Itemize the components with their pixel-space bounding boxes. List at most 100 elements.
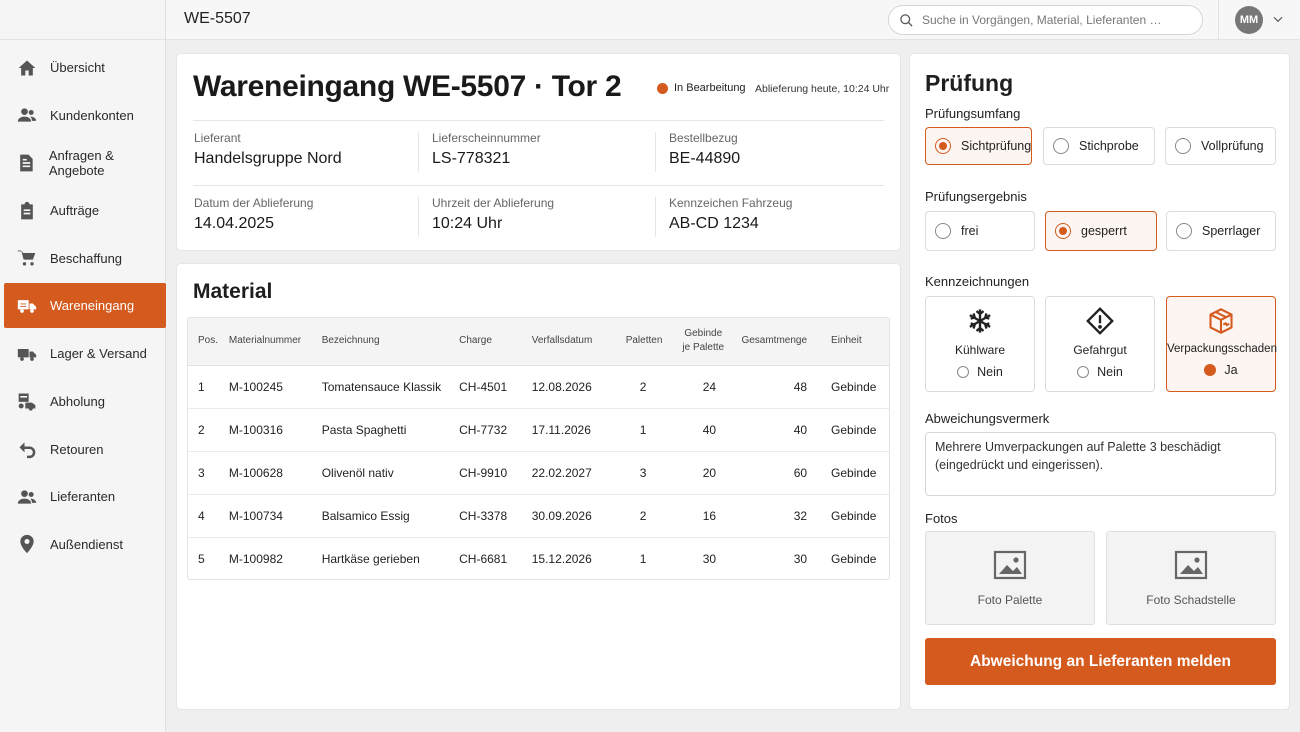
cell-bezeichnung: Balsamico Essig: [321, 494, 460, 538]
sidebar-item-label: Wareneingang: [50, 298, 135, 314]
kennzeichnung-label: Verpackungsschaden: [1167, 343, 1277, 355]
table-row[interactable]: 3 M-100628 Olivenöl nativ CH-9910 22.02.…: [188, 451, 889, 495]
col-header-charge: Charge: [459, 318, 532, 366]
option-gesperrt[interactable]: gesperrt: [1045, 211, 1157, 251]
report-deviation-button[interactable]: Abweichung an Lieferanten melden: [925, 638, 1276, 685]
option-sichtpruefung[interactable]: Sichtprüfung: [925, 127, 1032, 165]
radio-button: [1077, 366, 1090, 378]
cell-bezeichnung: Tomatensauce Klassik: [321, 365, 460, 409]
radio-button: [957, 366, 970, 378]
option-label: Vollprüfung: [1201, 139, 1264, 153]
sidebar: Übersicht Kundenkonten Anfragen & Angebo…: [0, 0, 166, 732]
cart-icon: [16, 247, 38, 269]
sidebar-item-label: Beschaffung: [50, 250, 123, 266]
field-value: LS-778321: [432, 150, 511, 167]
cell-materialnummer: M-100628: [228, 451, 322, 495]
receipt-header-card: Wareneingang WE-5507 · Tor 2 In Bearbeit…: [177, 54, 900, 250]
photo-slot-palette[interactable]: Foto Palette: [925, 531, 1095, 625]
col-header-gebinde-line1: Gebinde: [684, 328, 723, 340]
sidebar-item-aussendienst[interactable]: Außendienst: [4, 522, 166, 567]
page-title: Wareneingang WE-5507 · Tor 2: [193, 70, 622, 103]
sidebar-item-kundenkonten[interactable]: Kundenkonten: [4, 93, 166, 138]
cell-gebinde: 24: [670, 365, 737, 409]
image-placeholder-icon: [1174, 550, 1208, 580]
sidebar-item-auftraege[interactable]: Aufträge: [4, 188, 166, 233]
cell-gebinde: 16: [670, 494, 737, 538]
cell-charge: CH-7732: [459, 408, 532, 452]
value-text: Nein: [977, 365, 1003, 379]
cell-verfallsdatum: 30.09.2026: [531, 494, 614, 538]
option-sperrlager[interactable]: Sperrlager: [1166, 211, 1276, 251]
divider: [655, 197, 656, 237]
cell-materialnummer: M-100734: [228, 494, 322, 538]
field-value: 10:24 Uhr: [432, 215, 503, 232]
section-title: Material: [193, 280, 273, 303]
search-box[interactable]: [888, 5, 1203, 35]
cell-einheit: Gebinde: [831, 551, 877, 566]
sidebar-item-retouren[interactable]: Retouren: [4, 427, 166, 472]
cell-pos: 5: [198, 551, 205, 566]
table-row[interactable]: 5 M-100982 Hartkäse gerieben CH-6681 15.…: [188, 537, 889, 579]
header: WE-5507 MM: [166, 0, 1300, 40]
col-header-einheit: Einheit: [810, 318, 889, 366]
cell-paletten: 1: [639, 551, 647, 566]
kennzeichnung-verpackungsschaden[interactable]: Verpackungsschaden Ja: [1166, 296, 1277, 392]
sidebar-item-uebersicht[interactable]: Übersicht: [4, 45, 166, 90]
field-label: Lieferscheinnummer: [432, 131, 541, 145]
option-vollpruefung[interactable]: Vollprüfung: [1165, 127, 1276, 165]
value-text: Nein: [1097, 365, 1123, 379]
sidebar-item-label: Abholung: [50, 393, 105, 409]
radio-button: [1053, 138, 1069, 154]
field-label: Datum der Ablieferung: [194, 196, 314, 210]
sidebar-item-wareneingang[interactable]: Wareneingang: [4, 283, 166, 329]
option-frei[interactable]: frei: [925, 211, 1035, 251]
radio-button: [1055, 223, 1071, 239]
abweichung-textarea[interactable]: Mehrere Umverpackungen auf Palette 3 bes…: [925, 432, 1276, 496]
sidebar-item-label: Aufträge: [50, 203, 100, 219]
sidebar-item-anfragen[interactable]: Anfragen & Angebote: [4, 140, 166, 185]
field-value: Handelsgruppe Nord: [194, 150, 342, 167]
section-label-umfang: Prüfungsumfang: [925, 106, 1021, 121]
sidebar-item-beschaffung[interactable]: Beschaffung: [4, 236, 166, 281]
sidebar-item-label: Übersicht: [50, 60, 105, 75]
option-label: frei: [961, 224, 979, 238]
hazard-icon: [1046, 307, 1154, 337]
photo-label: Foto Palette: [977, 593, 1043, 607]
avatar[interactable]: MM: [1235, 6, 1263, 34]
field-lieferant: Lieferant Handelsgruppe Nord: [194, 131, 342, 168]
sidebar-item-lieferanten[interactable]: Lieferanten: [4, 474, 166, 519]
search-input[interactable]: [922, 13, 1192, 27]
radio-button: [1176, 223, 1192, 239]
sidebar-item-lager-versand[interactable]: Lager & Versand: [4, 331, 166, 376]
cell-einheit: Gebinde: [810, 451, 889, 495]
cell-gebinde: 40: [670, 408, 737, 452]
sidebar-item-abholung[interactable]: Abholung: [4, 379, 166, 424]
status-text: In Bearbeitung: [674, 82, 746, 94]
field-bestellbezug: Bestellbezug BE-44890: [669, 131, 740, 168]
option-stichprobe[interactable]: Stichprobe: [1043, 127, 1155, 165]
sidebar-item-label: Lieferanten: [50, 489, 116, 505]
radio-button: [935, 223, 951, 239]
cell-pos: 2: [188, 408, 229, 452]
cell-gesamtmenge: 32: [736, 494, 811, 538]
cell-pos: 4: [188, 494, 229, 538]
chevron-down-icon[interactable]: [1271, 12, 1285, 26]
kennzeichnung-gefahrgut[interactable]: Gefahrgut Nein: [1045, 296, 1155, 392]
kennzeichnung-kuehlware[interactable]: Kühlware Nein: [925, 296, 1035, 392]
table-row[interactable]: 4 M-100734 Balsamico Essig CH-3378 30.09…: [188, 494, 889, 538]
kennzeichnung-value: Nein: [926, 365, 1034, 379]
photo-slot-schadstelle[interactable]: Foto Schadstelle: [1106, 531, 1276, 625]
table-row[interactable]: 2 M-100316 Pasta Spaghetti CH-7732 17.11…: [188, 408, 889, 452]
col-header-materialnummer: Materialnummer: [228, 318, 322, 366]
field-lieferschein: Lieferscheinnummer LS-778321: [432, 131, 541, 168]
section-label-fotos: Fotos: [925, 511, 958, 526]
field-label: Bestellbezug: [669, 131, 738, 145]
cell-charge: CH-4501: [459, 365, 532, 409]
option-label: Sichtprüfung: [961, 139, 1032, 153]
truck-icon: [16, 295, 38, 317]
table-row[interactable]: 1 M-100245 Tomatensauce Klassik CH-4501 …: [188, 365, 889, 409]
status-dot: [657, 82, 668, 94]
cell-gesamtmenge: 48: [736, 365, 811, 409]
section-label-ergebnis: Prüfungsergebnis: [925, 189, 1027, 204]
radio-button: [1204, 364, 1217, 376]
